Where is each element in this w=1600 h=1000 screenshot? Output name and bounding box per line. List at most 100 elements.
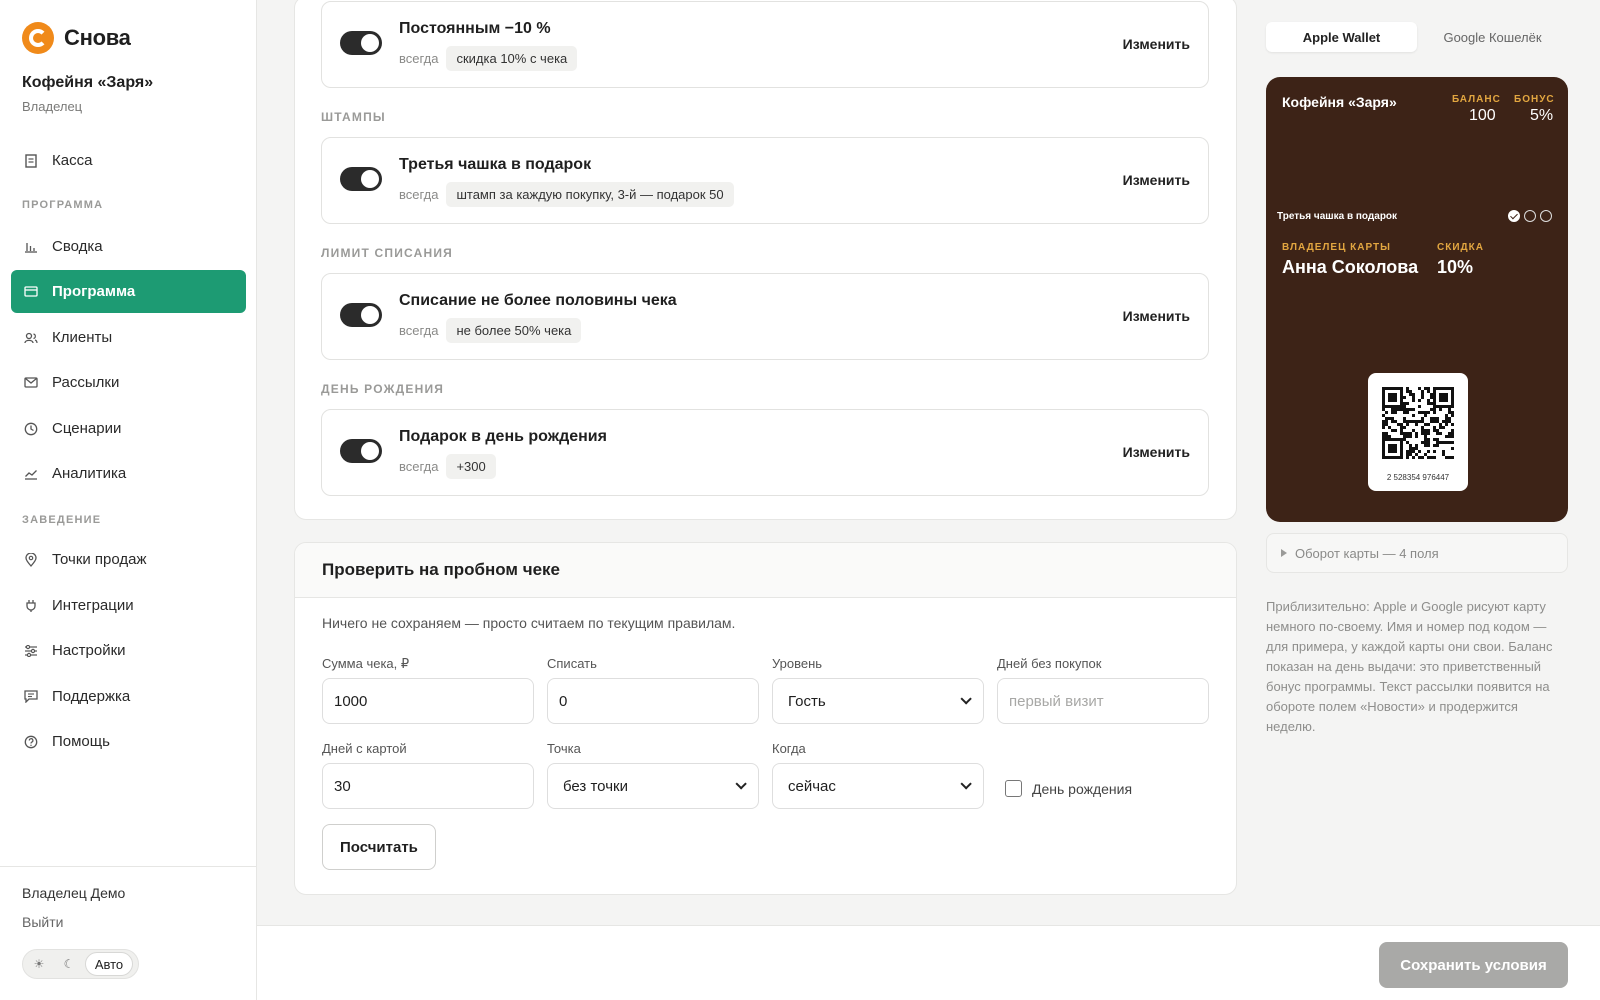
pass-balance-label: БАЛАНС <box>1452 94 1501 105</box>
days-card-label: Дней с картой <box>322 741 407 756</box>
pass-discount-label: СКИДКА <box>1437 242 1484 253</box>
card-back-label: Оборот карты — 4 поля <box>1295 545 1439 561</box>
save-conditions-button[interactable]: Сохранить условия <box>1379 942 1568 988</box>
nav-label: Сценарии <box>52 420 122 437</box>
days-no-buy-input[interactable] <box>997 678 1209 724</box>
pass-strip-title: Третья чашка в подарок <box>1277 211 1398 222</box>
rule-meta: всегда штамп за каждую покупку, 3-й — по… <box>399 182 734 207</box>
nav-item-analytics[interactable]: Аналитика <box>11 452 246 495</box>
nav-label: Интеграции <box>52 597 134 614</box>
clock-icon <box>23 421 39 437</box>
nav-item-points[interactable]: Точки продаж <box>11 538 246 581</box>
level-value: Гость <box>788 692 826 710</box>
nav-item-program[interactable]: Программа <box>11 270 246 313</box>
stamp-empty-icon <box>1524 210 1536 222</box>
edit-rule-button[interactable]: Изменить <box>1123 308 1190 324</box>
triangle-right-icon <box>1281 549 1287 557</box>
rule-chip: штамп за каждую покупку, 3-й — подарок 5… <box>446 182 734 207</box>
rule-toggle[interactable] <box>340 31 382 55</box>
nav-label: Программа <box>52 283 136 300</box>
stamp-empty-icon <box>1540 210 1552 222</box>
nav-item-settings[interactable]: Настройки <box>11 629 246 672</box>
nav-section-venue: ЗАВЕДЕНИЕ <box>22 514 102 526</box>
rule-card: Списание не более половины чека всегда н… <box>321 273 1209 360</box>
nav-item-support[interactable]: Поддержка <box>11 675 246 718</box>
level-select[interactable]: Гость <box>772 678 984 724</box>
nav-item-scenarios[interactable]: Сценарии <box>11 407 246 450</box>
when-value: сейчас <box>788 777 836 795</box>
when-label: Когда <box>772 741 806 756</box>
logout-link[interactable]: Выйти <box>22 914 63 930</box>
nav-label: Настройки <box>52 642 126 659</box>
nav-label: Сводка <box>52 238 103 255</box>
rule-title: Списание не более половины чека <box>399 292 677 309</box>
nav-item-mailings[interactable]: Рассылки <box>11 361 246 404</box>
edit-rule-button[interactable]: Изменить <box>1123 172 1190 188</box>
brand-logo[interactable]: Снова <box>22 22 131 54</box>
rule-title: Постоянным −10 % <box>399 20 551 37</box>
rule-card: Постоянным −10 % всегда скидка 10% с чек… <box>321 1 1209 88</box>
rule-when: всегда <box>399 459 439 474</box>
chat-icon <box>23 689 39 705</box>
logo-icon <box>22 22 54 54</box>
edit-rule-button[interactable]: Изменить <box>1123 36 1190 52</box>
birthday-checkbox-row[interactable]: День рождения <box>1005 780 1132 797</box>
sidebar: Снова Кофейня «Заря» Владелец Касса ПРОГ… <box>0 0 257 1000</box>
nav-item-summary[interactable]: Сводка <box>11 225 246 268</box>
org-role: Владелец <box>22 99 83 114</box>
calculate-button[interactable]: Посчитать <box>322 824 436 870</box>
light-theme-icon[interactable]: ☀ <box>25 952 53 976</box>
help-icon <box>23 734 39 750</box>
nav-item-integrations[interactable]: Интеграции <box>11 584 246 627</box>
nav-item-help[interactable]: Помощь <box>11 720 246 763</box>
writeoff-input[interactable] <box>547 678 759 724</box>
rule-toggle[interactable] <box>340 303 382 327</box>
receipt-icon <box>23 153 39 169</box>
sum-input[interactable] <box>322 678 534 724</box>
bar-chart-icon <box>23 239 39 255</box>
test-note: Ничего не сохраняем — просто считаем по … <box>322 615 736 631</box>
edit-rule-button[interactable]: Изменить <box>1123 444 1190 460</box>
stamp-filled-icon <box>1508 210 1520 222</box>
user-name: Владелец Демо <box>22 885 126 901</box>
nav-section-program: ПРОГРАММА <box>22 199 104 211</box>
trend-icon <box>23 466 39 482</box>
section-label-limit: ЛИМИТ СПИСАНИЯ <box>321 246 453 260</box>
pass-bonus-label: БОНУС <box>1514 94 1555 105</box>
rule-card: Третья чашка в подарок всегда штамп за к… <box>321 137 1209 224</box>
pass-org: Кофейня «Заря» <box>1282 94 1397 110</box>
rule-when: всегда <box>399 323 439 338</box>
point-select[interactable]: без точки <box>547 763 759 809</box>
days-card-input[interactable] <box>322 763 534 809</box>
nav-label: Поддержка <box>52 688 131 705</box>
auto-theme-option[interactable]: Авто <box>85 952 133 976</box>
nav-item-clients[interactable]: Клиенты <box>11 316 246 359</box>
pass-bonus: 5% <box>1530 107 1554 124</box>
pin-icon <box>23 552 39 568</box>
pass-discount: 10% <box>1437 257 1474 277</box>
birthday-checkbox[interactable] <box>1005 780 1022 797</box>
rule-chip: +300 <box>446 454 496 479</box>
rule-toggle[interactable] <box>340 167 382 191</box>
rule-title: Подарок в день рождения <box>399 428 607 445</box>
wallet-hint: Приблизительно: Apple и Google рисуют ка… <box>1266 599 1553 734</box>
nav-label: Аналитика <box>52 465 127 482</box>
rule-meta: всегда не более 50% чека <box>399 318 582 343</box>
writeoff-label: Списать <box>547 656 597 671</box>
dark-theme-icon[interactable]: ☾ <box>55 952 83 976</box>
rule-meta: всегда скидка 10% с чека <box>399 46 578 71</box>
tab-google-wallet[interactable]: Google Кошелёк <box>1417 22 1568 52</box>
org-name: Кофейня «Заря» <box>22 74 154 91</box>
rule-toggle[interactable] <box>340 439 382 463</box>
users-icon <box>23 330 39 346</box>
point-label: Точка <box>547 741 581 756</box>
level-label: Уровень <box>772 656 823 671</box>
card-back-toggle[interactable]: Оборот карты — 4 поля <box>1266 533 1568 573</box>
when-select[interactable]: сейчас <box>772 763 984 809</box>
nav-item-kassa[interactable]: Касса <box>11 139 246 182</box>
nav-label: Клиенты <box>52 329 113 346</box>
rule-when: всегда <box>399 51 439 66</box>
tab-apple-wallet[interactable]: Apple Wallet <box>1266 22 1417 52</box>
card-icon <box>23 284 39 300</box>
wallet-pass-preview: Кофейня «Заря» БАЛАНС 100 БОНУС 5% Треть… <box>1266 77 1568 522</box>
